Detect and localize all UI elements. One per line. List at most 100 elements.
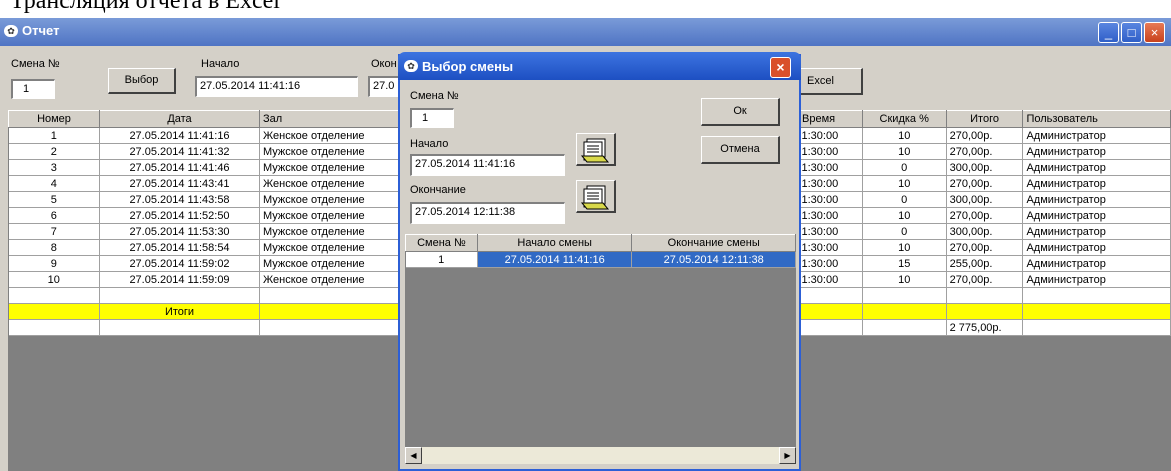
cell-empty[interactable] (862, 287, 947, 304)
cell-discount[interactable]: 0 (862, 191, 947, 208)
cell-empty[interactable] (259, 303, 400, 320)
col-header-date[interactable]: Дата (99, 110, 260, 128)
cell-user[interactable]: Администратор (1022, 175, 1171, 192)
cell-discount[interactable]: 10 (862, 127, 947, 144)
shift-number-field[interactable]: 1 (11, 79, 55, 99)
select-shift-button[interactable]: Выбор (108, 68, 176, 94)
cell-empty[interactable] (946, 303, 1024, 320)
cell-user[interactable]: Администратор (1022, 207, 1171, 224)
close-button[interactable]: × (1144, 22, 1165, 43)
cell-hall[interactable]: Мужское отделение (259, 255, 400, 272)
table-row[interactable]: 1:30:00 10 270,00р. Администратор (798, 271, 1171, 288)
cell-shift[interactable]: 1 (405, 251, 478, 268)
cell-time[interactable]: 1:30:00 (798, 223, 863, 240)
cell-total[interactable]: 270,00р. (946, 271, 1024, 288)
col-header-shift[interactable]: Смена № (405, 234, 478, 252)
cell-date[interactable]: 27.05.2014 11:43:41 (99, 175, 260, 192)
cell-total[interactable]: 255,00р. (946, 255, 1024, 272)
cell-user[interactable]: Администратор (1022, 159, 1171, 176)
cell-discount[interactable]: 10 (862, 143, 947, 160)
dialog-end-field[interactable]: 27.05.2014 12:11:38 (410, 202, 565, 224)
cell-discount[interactable]: 10 (862, 271, 947, 288)
cell-date[interactable]: 27.05.2014 11:41:16 (99, 127, 260, 144)
cell-hall[interactable]: Мужское отделение (259, 191, 400, 208)
cell-user[interactable]: Администратор (1022, 271, 1171, 288)
col-header-hall[interactable]: Зал (259, 110, 400, 128)
cell-hall[interactable]: Мужское отделение (259, 159, 400, 176)
cell-time[interactable]: 1:30:00 (798, 143, 863, 160)
cell-empty[interactable] (8, 287, 100, 304)
cell-discount[interactable]: 10 (862, 239, 947, 256)
cell-date[interactable]: 27.05.2014 11:41:32 (99, 143, 260, 160)
cell-time[interactable]: 1:30:00 (798, 191, 863, 208)
cell-hall[interactable]: Мужское отделение (259, 143, 400, 160)
maximize-button[interactable]: □ (1121, 22, 1142, 43)
cell-total[interactable]: 270,00р. (946, 175, 1024, 192)
dialog-start-field[interactable]: 27.05.2014 11:41:16 (410, 154, 565, 176)
cell-date[interactable]: 27.05.2014 11:53:30 (99, 223, 260, 240)
cell-total[interactable]: 270,00р. (946, 143, 1024, 160)
table-row[interactable]: 1:30:00 0 300,00р. Администратор (798, 191, 1171, 208)
cell-user[interactable]: Администратор (1022, 127, 1171, 144)
cell-number[interactable]: 6 (8, 207, 100, 224)
cell-empty[interactable] (8, 303, 100, 320)
cell-shift-end[interactable]: 27.05.2014 12:11:38 (631, 251, 796, 268)
table-row[interactable]: 1:30:00 10 270,00р. Администратор (798, 207, 1171, 224)
table-row[interactable]: 1:30:00 10 270,00р. Администратор (798, 143, 1171, 160)
cell-empty[interactable] (862, 303, 947, 320)
cell-total[interactable]: 270,00р. (946, 127, 1024, 144)
cell-empty[interactable] (798, 319, 863, 336)
table-row[interactable]: 1:30:00 10 270,00р. Администратор (798, 175, 1171, 192)
cell-user[interactable]: Администратор (1022, 143, 1171, 160)
cell-empty[interactable] (259, 319, 400, 336)
col-header-time[interactable]: Время (798, 110, 863, 128)
cell-user[interactable]: Администратор (1022, 255, 1171, 272)
grand-total-value[interactable]: 2 775,00р. (946, 319, 1024, 336)
cell-date[interactable]: 27.05.2014 11:41:46 (99, 159, 260, 176)
cell-number[interactable]: 5 (8, 191, 100, 208)
cell-total[interactable]: 270,00р. (946, 239, 1024, 256)
table-row[interactable]: 2 27.05.2014 11:41:32 Мужское отделение (8, 143, 400, 160)
shift-row[interactable]: 1 27.05.2014 11:41:16 27.05.2014 12:11:38 (405, 251, 796, 268)
export-excel-button[interactable]: Excel (796, 68, 863, 95)
table-row[interactable]: 4 27.05.2014 11:43:41 Женское отделение (8, 175, 400, 192)
cell-shift-start[interactable]: 27.05.2014 11:41:16 (477, 251, 633, 268)
totals-label[interactable]: Итоги (99, 303, 260, 320)
cell-time[interactable]: 1:30:00 (798, 159, 863, 176)
cell-empty[interactable] (862, 319, 947, 336)
cell-hall[interactable]: Мужское отделение (259, 207, 400, 224)
cell-empty[interactable] (1022, 319, 1171, 336)
table-row[interactable]: 9 27.05.2014 11:59:02 Мужское отделение (8, 255, 400, 272)
cell-hall[interactable]: Женское отделение (259, 127, 400, 144)
start-datetime-field[interactable]: 27.05.2014 11:41:16 (195, 76, 358, 97)
cell-number[interactable]: 9 (8, 255, 100, 272)
dialog-titlebar[interactable]: ✿ Выбор смены × (398, 52, 801, 80)
scroll-right-icon[interactable]: ▶ (779, 447, 796, 464)
cell-total[interactable]: 270,00р. (946, 207, 1024, 224)
cell-number[interactable]: 1 (8, 127, 100, 144)
minimize-button[interactable]: _ (1098, 22, 1119, 43)
table-row[interactable]: 5 27.05.2014 11:43:58 Мужское отделение (8, 191, 400, 208)
dialog-close-button[interactable]: × (770, 57, 791, 78)
col-header-number[interactable]: Номер (8, 110, 100, 128)
table-row[interactable]: 7 27.05.2014 11:53:30 Мужское отделение (8, 223, 400, 240)
cell-empty[interactable] (798, 287, 863, 304)
col-header-shift-end[interactable]: Окончание смены (631, 234, 796, 252)
cell-hall[interactable]: Мужское отделение (259, 239, 400, 256)
window-titlebar[interactable]: ✿ Отчет _ □ × (0, 18, 1171, 46)
cell-number[interactable]: 3 (8, 159, 100, 176)
col-header-discount[interactable]: Скидка % (861, 110, 947, 128)
cell-discount[interactable]: 0 (862, 159, 947, 176)
pick-start-date-button[interactable] (576, 133, 616, 166)
cell-empty[interactable] (946, 287, 1024, 304)
cell-empty[interactable] (99, 287, 260, 304)
cell-discount[interactable]: 15 (862, 255, 947, 272)
table-row[interactable]: 1:30:00 15 255,00р. Администратор (798, 255, 1171, 272)
cell-date[interactable]: 27.05.2014 11:59:02 (99, 255, 260, 272)
cancel-button[interactable]: Отмена (701, 136, 780, 164)
cell-time[interactable]: 1:30:00 (798, 127, 863, 144)
cell-time[interactable]: 1:30:00 (798, 271, 863, 288)
table-row[interactable]: 8 27.05.2014 11:58:54 Мужское отделение (8, 239, 400, 256)
cell-hall[interactable]: Женское отделение (259, 175, 400, 192)
pick-end-date-button[interactable] (576, 180, 616, 213)
